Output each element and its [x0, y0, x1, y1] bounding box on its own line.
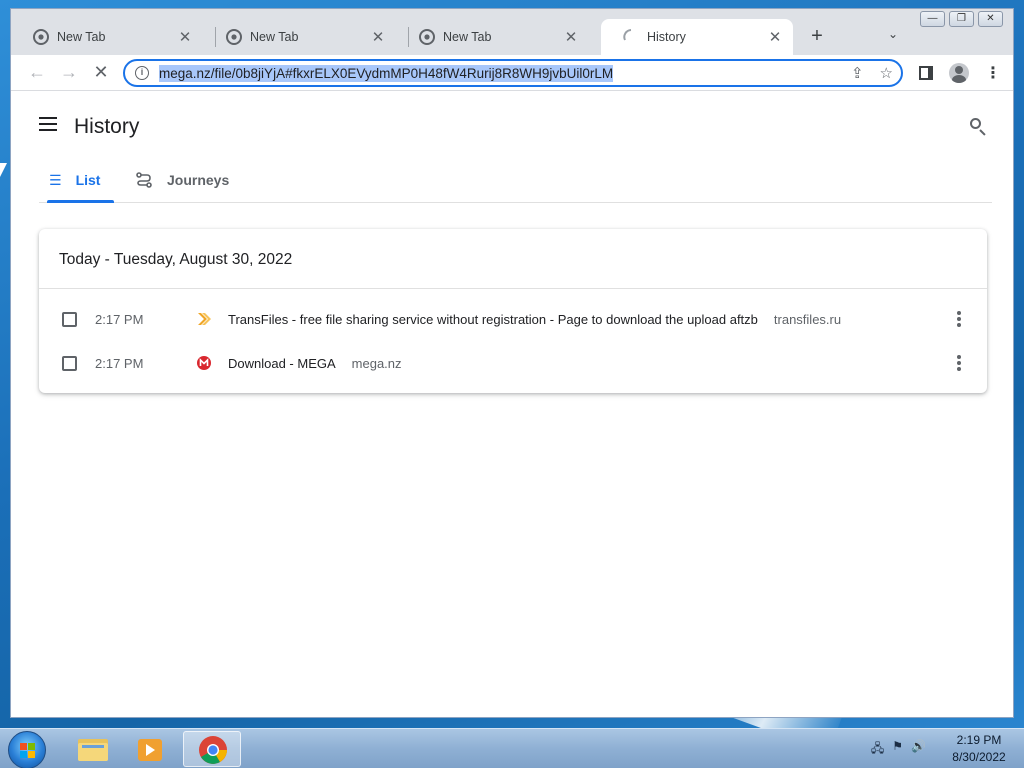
profile-avatar-icon[interactable]: [949, 63, 969, 83]
loading-spinner-icon: [623, 29, 632, 41]
system-tray: 🖧 ⚑ 🔊 2:19 PM 8/30/2022: [871, 729, 1014, 768]
entry-time: 2:17 PM: [95, 311, 144, 327]
tab-title: New Tab: [443, 30, 492, 44]
minimize-button[interactable]: —: [920, 11, 945, 27]
menu-hamburger-icon[interactable]: [39, 117, 57, 131]
side-panel-icon[interactable]: [919, 66, 933, 80]
new-tab-button[interactable]: +: [805, 25, 829, 49]
search-icon[interactable]: [969, 117, 989, 137]
site-info-icon[interactable]: i: [135, 66, 149, 80]
journeys-icon: [136, 172, 152, 188]
forward-arrow-icon[interactable]: →: [58, 62, 80, 83]
tab-close-icon[interactable]: ✕: [563, 28, 579, 46]
day-header: Today - Tuesday, August 30, 2022: [39, 229, 987, 289]
taskbar-explorer[interactable]: [64, 731, 122, 767]
taskbar-media-player[interactable]: [122, 731, 180, 767]
entry-domain: transfiles.ru: [773, 311, 842, 327]
tab-journeys[interactable]: Journeys: [135, 157, 229, 203]
tab-title: History: [647, 30, 686, 44]
omnibox-actions: ⇪ ☆: [851, 64, 893, 82]
chrome-icon: [226, 29, 242, 45]
bookmark-star-icon[interactable]: ☆: [880, 64, 893, 82]
browser-tab[interactable]: New Tab ✕: [397, 19, 589, 55]
restore-button[interactable]: ❐: [949, 11, 974, 27]
tab-label: Journeys: [167, 172, 230, 188]
entry-checkbox[interactable]: [62, 311, 77, 327]
windows-logo-icon: [20, 743, 35, 758]
entry-title-link[interactable]: Download - MEGA mega.nz: [228, 356, 402, 371]
entry-title: TransFiles - free file sharing service w…: [228, 311, 758, 327]
tab-strip: — ❐ ✕ New Tab ✕ New Tab ✕ New Tab ✕ Hist…: [11, 9, 1013, 55]
window-controls: — ❐ ✕: [920, 11, 1003, 27]
folder-icon: [78, 739, 108, 761]
tab-title: New Tab: [250, 30, 299, 44]
start-button[interactable]: [8, 731, 46, 768]
history-page: History ☰ List Journeys Today - Tuesday,…: [11, 91, 1013, 717]
back-arrow-icon[interactable]: ←: [26, 62, 48, 83]
tab-title: New Tab: [57, 30, 106, 44]
chrome-taskbar-icon: [199, 736, 227, 764]
tab-list[interactable]: ☰ List: [47, 157, 114, 203]
share-icon[interactable]: ⇪: [851, 64, 864, 82]
volume-icon[interactable]: 🔊: [911, 739, 926, 760]
chrome-icon: [33, 29, 49, 45]
tab-label: List: [75, 172, 101, 188]
close-window-button[interactable]: ✕: [978, 11, 1003, 27]
tab-close-icon[interactable]: ✕: [370, 28, 386, 46]
tray-icons: 🖧 ⚑ 🔊: [871, 739, 926, 760]
clock-time: 2:19 PM: [956, 733, 1002, 747]
browser-tab[interactable]: New Tab ✕: [11, 19, 203, 55]
tab-close-icon[interactable]: ✕: [767, 28, 783, 46]
more-actions-icon[interactable]: [957, 311, 961, 327]
transfiles-icon: [198, 313, 211, 325]
taskbar: 🖧 ⚑ 🔊 2:19 PM 8/30/2022: [0, 728, 1024, 768]
history-entry[interactable]: 2:17 PM Download - MEGA mega.nz: [39, 341, 987, 385]
clock-date: 8/30/2022: [952, 750, 1006, 764]
history-day-card: Today - Tuesday, August 30, 2022 2:17 PM…: [39, 229, 987, 393]
chrome-window: — ❐ ✕ New Tab ✕ New Tab ✕ New Tab ✕ Hist…: [10, 8, 1014, 718]
entry-checkbox[interactable]: [62, 355, 77, 371]
url-text[interactable]: mega.nz/file/0b8jiYjA#fkxrELX0EVydmMP0H4…: [159, 64, 614, 82]
taskbar-chrome[interactable]: [183, 731, 241, 767]
toolbar-right: ⋮: [919, 63, 1001, 83]
chrome-icon: [419, 29, 435, 45]
more-actions-icon[interactable]: [957, 355, 961, 371]
tab-search-chevron-icon[interactable]: ⌄: [888, 27, 898, 41]
action-center-flag-icon[interactable]: ⚑: [892, 739, 903, 760]
history-tabs: ☰ List Journeys: [39, 157, 992, 203]
network-icon[interactable]: 🖧: [871, 739, 884, 760]
mega-icon: [197, 356, 211, 370]
list-icon: ☰: [49, 171, 62, 188]
tab-close-icon[interactable]: ✕: [177, 28, 193, 46]
page-title: History: [74, 115, 140, 138]
browser-tab-active[interactable]: History ✕: [601, 19, 793, 55]
address-bar[interactable]: i mega.nz/file/0b8jiYjA#fkxrELX0EVydmMP0…: [123, 59, 903, 87]
browser-tab[interactable]: New Tab ✕: [204, 19, 396, 55]
entry-title-link[interactable]: TransFiles - free file sharing service w…: [228, 312, 841, 327]
entry-title: Download - MEGA: [228, 355, 336, 371]
history-entry[interactable]: 2:17 PM TransFiles - free file sharing s…: [39, 297, 987, 341]
entry-time: 2:17 PM: [95, 355, 144, 371]
system-clock[interactable]: 2:19 PM 8/30/2022: [944, 732, 1014, 766]
browser-menu-icon[interactable]: ⋮: [985, 63, 1001, 83]
browser-toolbar: ← → ✕ i mega.nz/file/0b8jiYjA#fkxrELX0EV…: [11, 55, 1013, 91]
stop-loading-icon[interactable]: ✕: [90, 62, 112, 83]
mouse-cursor: [0, 163, 7, 177]
entry-domain: mega.nz: [351, 355, 402, 371]
media-player-icon: [138, 739, 162, 761]
